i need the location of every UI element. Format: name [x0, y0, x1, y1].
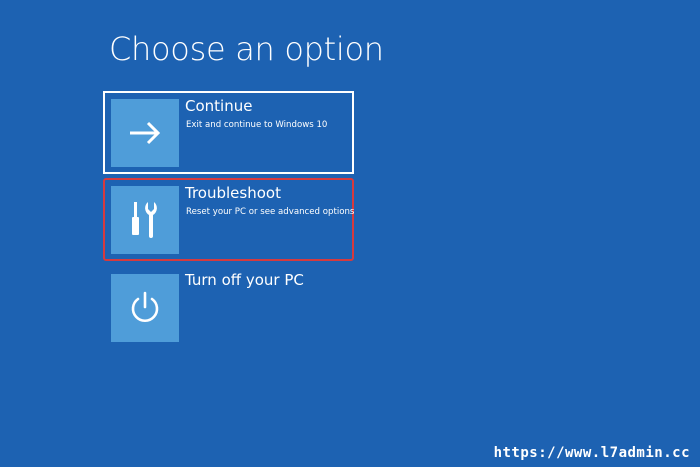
troubleshoot-option[interactable]: Troubleshoot Reset your PC or see advanc… [103, 178, 354, 261]
watermark-text: https://www.l7admin.cc [493, 445, 690, 461]
troubleshoot-description: Reset your PC or see advanced options [186, 207, 355, 217]
page-title: Choose an option [109, 30, 384, 68]
continue-description: Exit and continue to Windows 10 [186, 120, 328, 130]
tools-icon [132, 202, 157, 238]
turn-off-label: Turn off your PC [185, 271, 304, 289]
continue-option[interactable]: Continue Exit and continue to Windows 10 [103, 91, 354, 174]
turn-off-tile [111, 274, 179, 342]
power-icon [131, 291, 159, 322]
recovery-screen: { "page": { "title": "Choose an option" … [0, 0, 700, 467]
arrow-right-icon [130, 121, 161, 145]
continue-label: Continue [185, 97, 253, 115]
continue-tile [111, 99, 179, 167]
troubleshoot-tile [111, 186, 179, 254]
turn-off-option[interactable]: Turn off your PC [103, 265, 354, 348]
troubleshoot-label: Troubleshoot [185, 184, 281, 202]
